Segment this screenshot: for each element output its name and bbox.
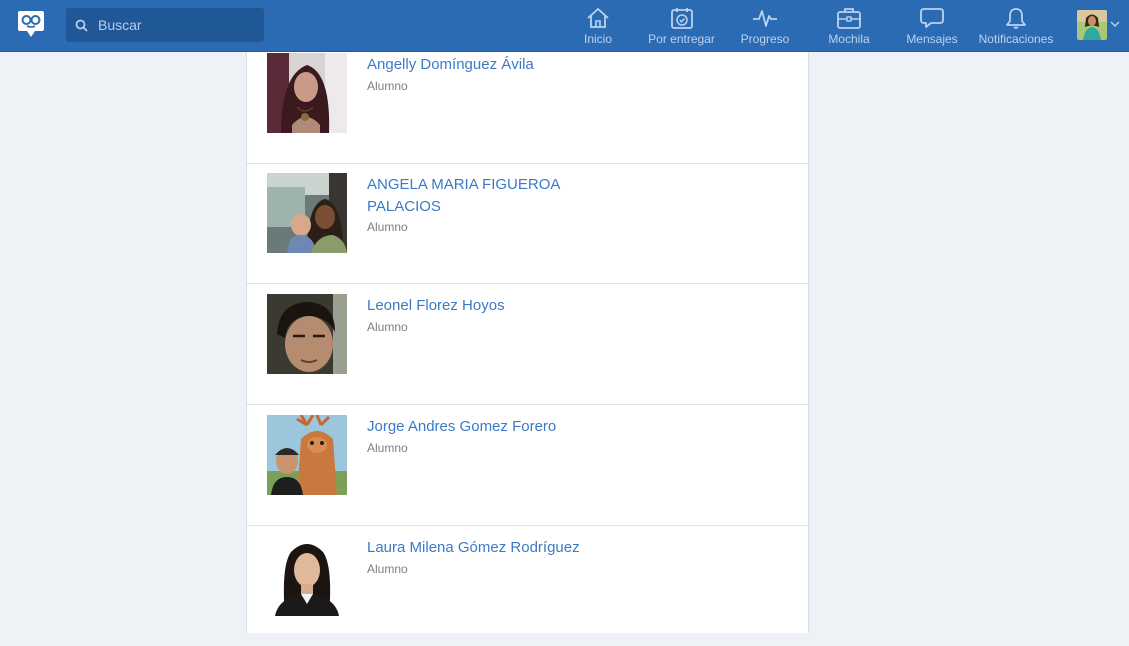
nav-label: Notificaciones: [978, 32, 1054, 46]
avatar[interactable]: [1077, 10, 1107, 40]
member-role: Alumno: [367, 441, 408, 455]
member-name-link[interactable]: ANGELA MARIA FIGUEROA PALACIOS: [367, 174, 597, 218]
nav-label: Mochila: [828, 32, 870, 46]
list-item: Angelly Domínguez Ávila Alumno: [247, 43, 808, 164]
nav-label: Mensajes: [906, 32, 958, 46]
pulse-icon: [753, 10, 777, 27]
briefcase-icon: [837, 8, 861, 29]
member-name-link[interactable]: Angelly Domínguez Ávila: [367, 54, 597, 76]
list-item: Laura Milena Gómez Rodríguez Alumno: [247, 526, 808, 646]
search-box[interactable]: [66, 8, 264, 42]
member-role: Alumno: [367, 562, 408, 576]
nav-mochila[interactable]: Mochila: [826, 0, 872, 51]
search-input[interactable]: [98, 8, 258, 42]
member-photo[interactable]: [267, 173, 347, 253]
member-photo[interactable]: [267, 53, 347, 133]
members-list: Angelly Domínguez Ávila Alumno ANGELA MA…: [246, 52, 809, 633]
list-item: ANGELA MARIA FIGUEROA PALACIOS Alumno: [247, 163, 808, 284]
member-name-link[interactable]: Leonel Florez Hoyos: [367, 295, 597, 317]
member-role: Alumno: [367, 220, 408, 234]
member-name-link[interactable]: Jorge Andres Gomez Forero: [367, 416, 597, 438]
nav-notificaciones[interactable]: Notificaciones: [977, 0, 1055, 51]
list-item: Leonel Florez Hoyos Alumno: [247, 284, 808, 405]
member-name-link[interactable]: Laura Milena Gómez Rodríguez: [367, 537, 597, 559]
member-photo[interactable]: [267, 536, 347, 616]
home-icon: [587, 8, 609, 28]
chevron-down-icon[interactable]: [1110, 20, 1120, 28]
bell-icon: [1006, 8, 1026, 29]
nav-mensajes[interactable]: Mensajes: [904, 0, 960, 51]
member-photo[interactable]: [267, 294, 347, 374]
edmodo-logo-icon[interactable]: [16, 8, 46, 38]
calendar-check-icon: [670, 8, 693, 29]
chat-bubble-icon: [920, 8, 944, 28]
member-role: Alumno: [367, 320, 408, 334]
user-menu[interactable]: [1077, 10, 1123, 40]
search-icon: [75, 19, 88, 32]
member-photo[interactable]: [267, 415, 347, 495]
member-role: Alumno: [367, 79, 408, 93]
list-item: Jorge Andres Gomez Forero Alumno: [247, 405, 808, 526]
